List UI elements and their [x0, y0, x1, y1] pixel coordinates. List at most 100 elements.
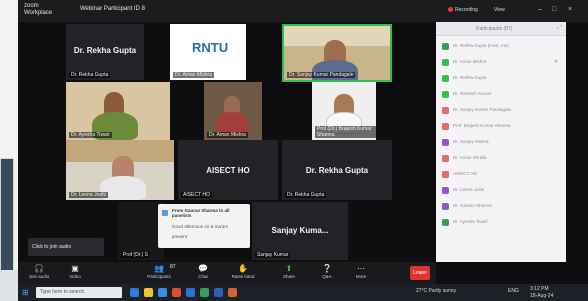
- participant-row[interactable]: Dr. Gaurav Sharma: [442, 202, 560, 211]
- tile-name-label: Prof (Dr.) S: [121, 252, 151, 258]
- video-tile-brajesh[interactable]: Prof.(Dr.) Brajesh Kumar Sharma: [312, 82, 376, 140]
- recording-indicator[interactable]: Recording: [448, 7, 478, 13]
- minimize-icon[interactable]: –: [538, 6, 542, 13]
- participant-row[interactable]: Prof. Brajesh Kumar Sharma: [442, 122, 560, 131]
- chat-icon: [162, 210, 168, 216]
- video-tile-sanjay[interactable]: Dr. Sanjay Kumar Pandagale: [282, 24, 392, 82]
- task-view-icon[interactable]: [130, 288, 139, 297]
- participant-row[interactable]: Dr. Ramesh Kumar: [442, 90, 560, 99]
- muted-mic-icon[interactable]: ✕: [554, 59, 558, 65]
- video-tile-ayesha[interactable]: Dr. Ayesha Tiwari: [66, 82, 170, 140]
- clock-date[interactable]: 18-Aug-24: [530, 293, 553, 299]
- tile-name-label: Dr. Rekha Gupta: [285, 192, 327, 198]
- popout-icon[interactable]: ⤢: [557, 25, 562, 32]
- join-audio-button[interactable]: 🎧 Join audio: [22, 264, 56, 280]
- chat-button[interactable]: 💬 Chat: [186, 264, 220, 280]
- tile-name-label: Dr. Sanjay Kumar Pandagale: [287, 72, 356, 78]
- participant-row[interactable]: Dr. Rekha Gupta (Host, me): [442, 42, 560, 51]
- excel-icon[interactable]: [200, 288, 209, 297]
- participant-row[interactable]: Dr. Ayesha Tiwari: [442, 218, 560, 227]
- camera-icon: ▣: [71, 264, 79, 273]
- meeting-toolbar: 🎧 Join audio ▣ Video 👥 Participants 87 💬 Cha…: [18, 262, 436, 284]
- video-tile-rekha-1[interactable]: Dr. Rekha Gupta Dr. Rekha Gupta: [66, 24, 144, 80]
- participants-header: Participants (87) ⤢: [436, 22, 566, 36]
- chat-message-line2: present: [172, 234, 188, 239]
- edge-icon[interactable]: [158, 288, 167, 297]
- app-name: zoom Workplace: [24, 3, 53, 16]
- window-title: Webinar Participant ID 8: [80, 6, 145, 12]
- participant-row[interactable]: Dr. Leena Joshi: [442, 186, 560, 195]
- qa-button[interactable]: ❔ Q&A: [310, 264, 344, 280]
- left-screen-edge: [0, 158, 14, 278]
- share-button[interactable]: ⬆ Share: [272, 264, 306, 280]
- weather-widget[interactable]: 27°C Partly sunny: [416, 288, 456, 294]
- join-audio-prompt[interactable]: Click to join audio: [28, 238, 104, 256]
- windows-start-icon[interactable]: ⊞: [22, 288, 29, 297]
- avatar: [442, 107, 449, 114]
- video-tile-rekha-2[interactable]: Dr. Rekha Gupta Dr. Rekha Gupta: [282, 140, 392, 200]
- chat-notification[interactable]: From Gaurav Sharma to all panelists Good…: [158, 204, 250, 248]
- share-screen-icon: ⬆: [285, 264, 293, 273]
- window-titlebar: zoom Workplace Webinar Participant ID 8 …: [18, 0, 588, 22]
- chat-message-line1: Good afternoon sir & ma'am: [172, 224, 229, 229]
- avatar: [442, 75, 449, 82]
- video-tile-aisect[interactable]: AISECT HO AISECT HO: [178, 140, 278, 200]
- video-button[interactable]: ▣ Video: [58, 264, 92, 280]
- avatar: [442, 123, 449, 130]
- tile-name-label: Dr. Aman Mishra: [173, 72, 214, 78]
- tile-name-label: Dr. Rekha Gupta: [69, 72, 111, 78]
- headphones-icon: 🎧: [34, 264, 44, 273]
- close-icon[interactable]: ×: [568, 6, 572, 13]
- tile-name-label: Dr. Ayesha Tiwari: [69, 132, 112, 138]
- taskbar-search[interactable]: Type here to search: [36, 287, 122, 298]
- participants-count: 87: [170, 264, 176, 270]
- avatar: [442, 139, 449, 146]
- tile-name-label: AISECT HO: [181, 192, 212, 198]
- file-explorer-icon[interactable]: [144, 288, 153, 297]
- avatar: [442, 219, 449, 226]
- video-tile-leena[interactable]: Dr. Leena Joshi: [66, 140, 174, 200]
- chat-sender: From Gaurav Sharma to all panelists: [172, 208, 230, 218]
- view-button[interactable]: View: [494, 7, 505, 13]
- zoom-window: zoom Workplace Webinar Participant ID 8 …: [18, 0, 588, 301]
- raise-hand-button[interactable]: ✋ Raise hand: [226, 264, 260, 280]
- qa-icon: ❔: [322, 264, 332, 273]
- video-tile-rntu[interactable]: RNTU Dr. Aman Mishra: [170, 24, 246, 80]
- more-icon: ⋯: [357, 264, 365, 273]
- participant-row[interactable]: Dr. Aman Shukla: [442, 154, 560, 163]
- maximize-icon[interactable]: □: [552, 6, 556, 13]
- tile-display-name: AISECT HO: [206, 166, 250, 175]
- chrome-icon[interactable]: [172, 288, 181, 297]
- hand-icon: ✋: [238, 264, 248, 273]
- participants-panel: Participants (87) ⤢ Dr. Rekha Gupta (Hos…: [436, 22, 566, 262]
- left-background-photo: [0, 0, 18, 301]
- tile-name-label: Prof.(Dr.) Brajesh Kumar Sharma: [315, 126, 376, 138]
- tile-name-label: Sanjay Kumar: [255, 252, 291, 258]
- participant-row[interactable]: Dr. Aman Mishra ✕: [442, 58, 560, 67]
- video-tile-sanjay-2[interactable]: Sanjay Kuma... Sanjay Kumar: [252, 202, 348, 260]
- avatar: [442, 91, 449, 98]
- avatar: [442, 43, 449, 50]
- powerpoint-icon[interactable]: [228, 288, 237, 297]
- participant-body: [216, 112, 248, 134]
- tile-display-name: Dr. Rekha Gupta: [305, 166, 369, 175]
- clock-time[interactable]: 3:12 PM: [530, 286, 549, 292]
- windows-taskbar: ⊞ Type here to search 27°C Partly sunny …: [18, 284, 588, 301]
- participant-row[interactable]: AISECT HO: [442, 170, 560, 179]
- tile-name-label: Dr. Aman Mishra: [207, 132, 248, 138]
- leave-button[interactable]: Leave: [410, 266, 430, 280]
- tile-name-label: Dr. Leena Joshi: [69, 192, 108, 198]
- chat-bubble-icon: 💬: [198, 264, 208, 273]
- avatar: [442, 203, 449, 210]
- avatar: [442, 187, 449, 194]
- language-indicator[interactable]: ENG: [508, 288, 519, 294]
- participant-row[interactable]: Dr. Sanjay Mishra: [442, 138, 560, 147]
- participant-row[interactable]: Dr. Sanjay Kumar Pandagale: [442, 106, 560, 115]
- more-button[interactable]: ⋯ More: [344, 264, 378, 280]
- participant-row[interactable]: Dr. Rekha Gupta: [442, 74, 560, 83]
- word-icon[interactable]: [214, 288, 223, 297]
- video-tile-aman[interactable]: Dr. Aman Mishra: [204, 82, 262, 140]
- tile-display-name: Dr. Rekha Gupta: [73, 46, 137, 55]
- zoom-taskbar-icon[interactable]: [186, 288, 195, 297]
- tile-display-name: Sanjay Kuma...: [271, 226, 329, 235]
